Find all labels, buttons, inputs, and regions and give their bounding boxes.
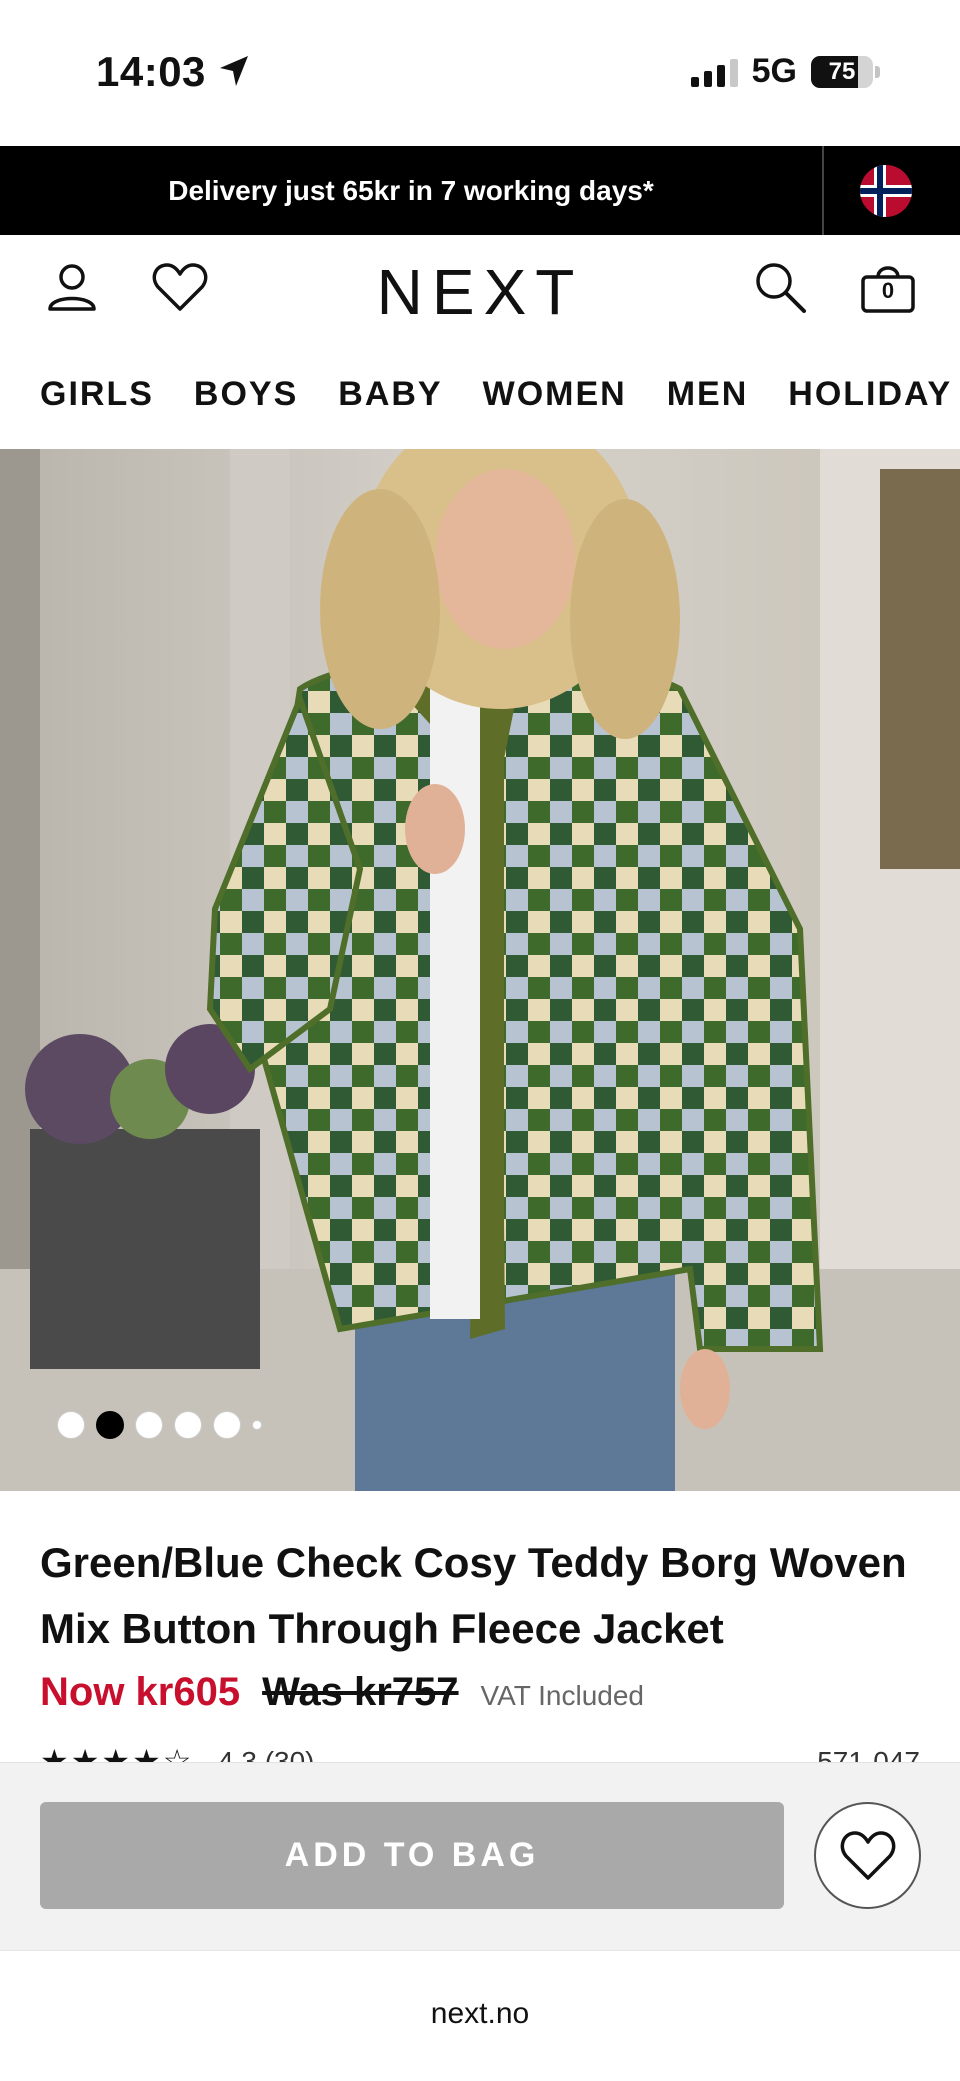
location-arrow-icon: [220, 56, 248, 86]
nav-item-baby[interactable]: BABY: [338, 375, 442, 414]
signal-strength-icon: [690, 57, 738, 87]
gallery-dots: [57, 1411, 262, 1439]
price-was: Was kr757: [262, 1670, 459, 1714]
price-row: Now kr605 Was kr757 VAT Included: [40, 1670, 644, 1715]
search-icon[interactable]: [750, 257, 810, 317]
banner-divider: [822, 146, 824, 235]
nav-item-men[interactable]: MEN: [667, 375, 749, 414]
network-type: 5G: [751, 52, 797, 90]
browser-url-bar[interactable]: next.no: [0, 1950, 960, 2081]
status-bar: 14:03 5G 75: [0, 0, 960, 146]
product-photo: [0, 449, 960, 1491]
heart-icon: [840, 1830, 895, 1880]
url-text[interactable]: next.no: [0, 1997, 960, 2031]
nav-item-holiday[interactable]: HOLIDAY: [788, 375, 952, 414]
nav-item-girls[interactable]: GIRLS: [40, 375, 154, 414]
category-nav: GIRLS BOYS BABY WOMEN MEN HOLIDAY: [0, 339, 960, 449]
gallery-dot[interactable]: [213, 1411, 241, 1439]
gallery-dot[interactable]: [174, 1411, 202, 1439]
norway-flag-icon[interactable]: [860, 165, 912, 217]
battery-icon: 75: [811, 55, 873, 88]
rating-row[interactable]: ★★★★☆ 4.3 (30) 571-047: [40, 1740, 920, 1764]
gallery-dot[interactable]: [96, 1411, 124, 1439]
rating-stars[interactable]: ★★★★☆: [40, 1742, 193, 1764]
product-title: Green/Blue Check Cosy Teddy Borg Woven M…: [40, 1539, 907, 1652]
gallery-dot[interactable]: [57, 1411, 85, 1439]
gallery-dot[interactable]: [252, 1420, 262, 1430]
nav-item-women[interactable]: WOMEN: [483, 375, 627, 414]
battery-level: 75: [828, 57, 856, 85]
delivery-banner[interactable]: Delivery just 65kr in 7 working days*: [0, 146, 960, 235]
battery-cap: [875, 65, 880, 78]
gallery-dot[interactable]: [135, 1411, 163, 1439]
product-image[interactable]: [0, 449, 960, 1491]
delivery-text[interactable]: Delivery just 65kr in 7 working days*: [0, 146, 822, 235]
favourite-button[interactable]: [814, 1802, 921, 1909]
vat-label: VAT Included: [480, 1680, 644, 1711]
site-header: NEXT: [0, 235, 960, 339]
add-to-bag-button[interactable]: ADD TO BAG: [40, 1802, 784, 1909]
bag-count[interactable]: 0: [859, 278, 917, 304]
price-now: Now kr605: [40, 1670, 241, 1714]
status-time: 14:03: [96, 48, 206, 95]
next-logo[interactable]: NEXT: [0, 255, 960, 329]
nav-item-boys[interactable]: BOYS: [194, 375, 298, 414]
action-bar: ADD TO BAG: [0, 1762, 960, 1950]
